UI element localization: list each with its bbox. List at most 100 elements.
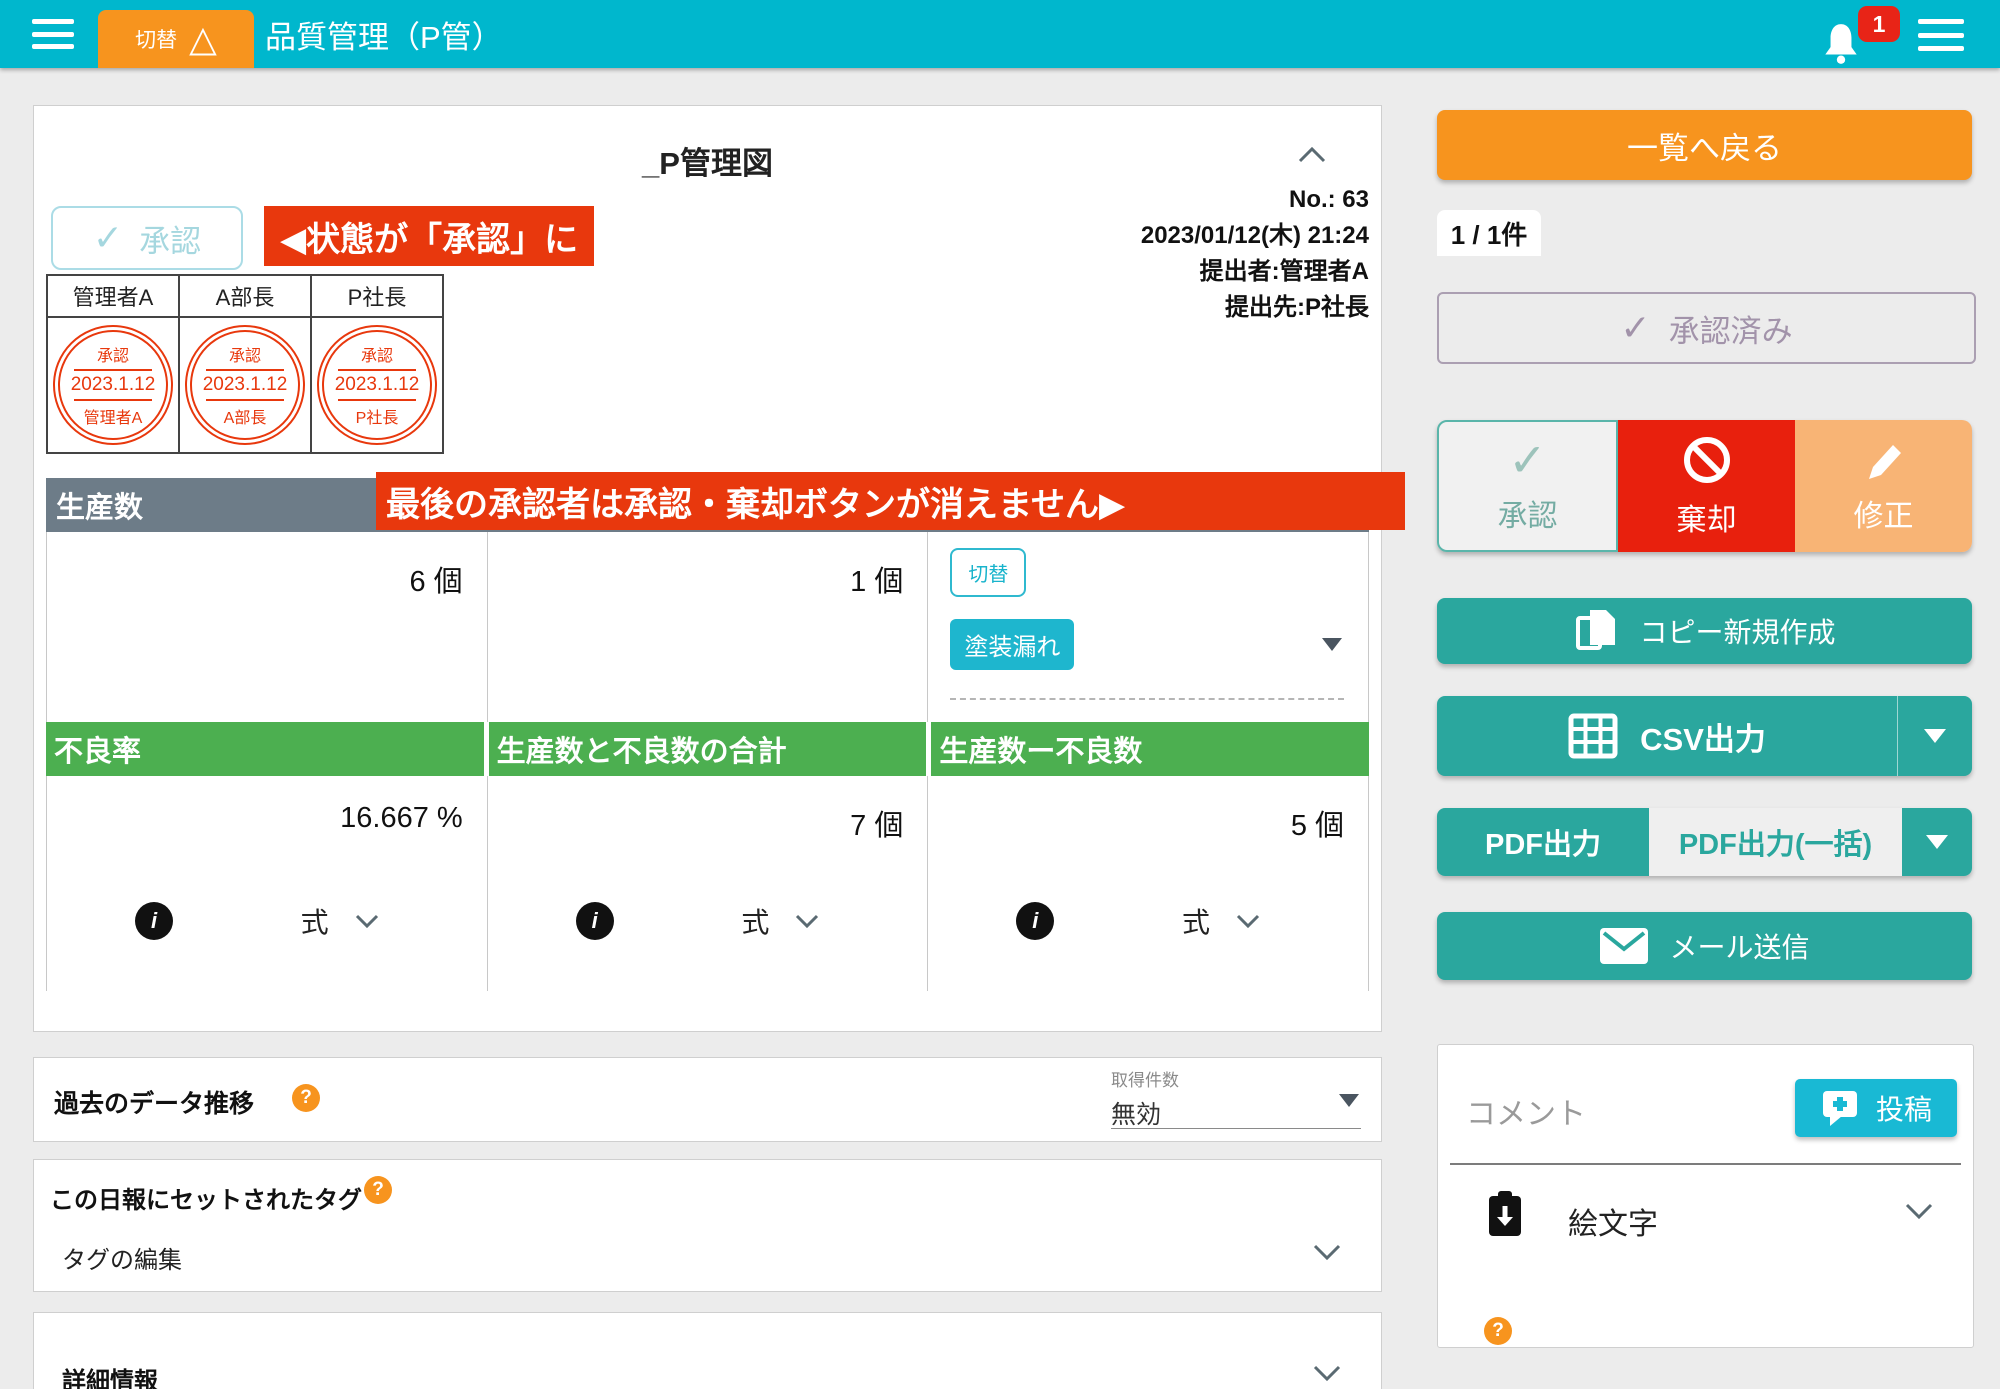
edit-button[interactable]: 修正 bbox=[1795, 420, 1972, 552]
help-icon[interactable]: ? bbox=[292, 1084, 320, 1112]
csv-export-button[interactable]: CSV出力 bbox=[1437, 696, 1897, 776]
csv-export-split-button: CSV出力 bbox=[1437, 696, 1972, 776]
formula-dropdown[interactable]: 式 bbox=[1182, 901, 1260, 941]
pdf-export-split-button: PDF出力 PDF出力(一括) bbox=[1437, 808, 1972, 876]
stamp-approver: 管理者A bbox=[47, 275, 179, 317]
caret-down-icon bbox=[1926, 835, 1948, 849]
history-panel: 過去のデータ推移 ? 取得件数 無効 bbox=[33, 1057, 1382, 1142]
approved-state-button[interactable]: ✓ 承認 bbox=[51, 206, 243, 270]
table-icon bbox=[1568, 713, 1618, 759]
stamp-row: 承認 2023.1.12 管理者A 承認 2023.1.12 A部長 承認 20… bbox=[47, 317, 443, 453]
fetch-count-select[interactable]: 取得件数 無効 bbox=[1111, 1066, 1361, 1129]
info-icon[interactable]: i bbox=[135, 902, 173, 940]
edit-tags-button[interactable]: タグの編集 bbox=[62, 1240, 182, 1275]
chevron-down-icon[interactable] bbox=[1313, 1365, 1341, 1382]
metric-cell: 7 個 i 式 bbox=[488, 776, 929, 991]
metric-headers-row: 不良率 生産数と不良数の合計 生産数ー不良数 bbox=[46, 722, 1369, 776]
fetch-count-label: 取得件数 bbox=[1111, 1066, 1361, 1091]
metric-values-row: 16.667 % i 式 7 個 i 式 bbox=[46, 776, 1369, 991]
switch-label: 切替 bbox=[135, 24, 177, 54]
back-to-list-button[interactable]: 一覧へ戻る bbox=[1437, 110, 1972, 180]
check-icon: ✓ bbox=[1620, 307, 1650, 349]
post-comment-button[interactable]: 投稿 bbox=[1795, 1079, 1957, 1137]
approval-stamp: 承認 2023.1.12 管理者A bbox=[53, 325, 173, 445]
report-card: _P管理図 ✓ 承認 ◀状態が「承認」に No.: 63 2023/01/12(… bbox=[33, 105, 1382, 1032]
defect-type-chip[interactable]: 塗装漏れ bbox=[950, 619, 1074, 670]
emoji-accordion[interactable]: 絵文字 bbox=[1438, 1185, 1973, 1245]
send-mail-label: メール送信 bbox=[1669, 926, 1809, 966]
pdf-batch-export-button[interactable]: PDF出力(一括) bbox=[1649, 808, 1902, 876]
comment-panel: コメント 投稿 絵文字 ? bbox=[1437, 1044, 1974, 1348]
reject-button[interactable]: 棄却 bbox=[1618, 420, 1795, 552]
formula-dropdown[interactable]: 式 bbox=[301, 901, 379, 941]
approval-stamps-table: 管理者A A部長 P社長 承認 2023.1.12 管理者A 承認 2023.1… bbox=[46, 274, 444, 454]
pagination-count: 1 / 1件 bbox=[1437, 210, 1541, 256]
comment-divider bbox=[1450, 1163, 1961, 1165]
defect-type-caret-icon[interactable] bbox=[1322, 638, 1342, 651]
approve-label: 承認 bbox=[1498, 491, 1558, 535]
collapse-chevron-up-icon[interactable] bbox=[1298, 146, 1326, 163]
chevron-down-icon[interactable] bbox=[1313, 1244, 1341, 1261]
chevron-down-icon bbox=[1236, 914, 1260, 928]
production-row: 6 個 1 個 切替 塗装漏れ bbox=[46, 532, 1369, 722]
stamp-status: 承認 bbox=[97, 342, 129, 366]
ban-icon bbox=[1680, 433, 1734, 487]
send-mail-button[interactable]: メール送信 bbox=[1437, 912, 1972, 980]
defect-count-cell: 1 個 bbox=[488, 532, 929, 722]
clipboard-download-icon bbox=[1484, 1189, 1526, 1239]
switch-mode-button[interactable]: 切替 △ bbox=[98, 10, 254, 68]
menu-icon[interactable] bbox=[32, 19, 74, 49]
edit-label: 修正 bbox=[1854, 491, 1914, 535]
metric-value: 5 個 bbox=[928, 776, 1368, 844]
defect-type-cell: 切替 塗装漏れ bbox=[928, 532, 1369, 722]
info-icon[interactable]: i bbox=[1016, 902, 1054, 940]
stamp-status: 承認 bbox=[361, 342, 393, 366]
csv-export-dropdown[interactable] bbox=[1897, 696, 1972, 776]
production-count: 6 個 bbox=[47, 532, 487, 600]
stamp-approver: P社長 bbox=[311, 275, 443, 317]
approve-button[interactable]: ✓ 承認 bbox=[1437, 420, 1618, 552]
pdf-export-dropdown[interactable] bbox=[1902, 808, 1972, 876]
approved-state-label: 承認 bbox=[139, 216, 201, 261]
copy-new-label: コピー新規作成 bbox=[1639, 611, 1835, 651]
emoji-label: 絵文字 bbox=[1568, 1199, 1658, 1243]
reject-label: 棄却 bbox=[1677, 495, 1737, 539]
help-icon[interactable]: ? bbox=[364, 1176, 392, 1204]
details-title: 詳細情報 bbox=[62, 1361, 158, 1389]
defect-switch-button[interactable]: 切替 bbox=[950, 548, 1026, 597]
comment-title: コメント bbox=[1466, 1089, 1586, 1133]
info-icon[interactable]: i bbox=[576, 902, 614, 940]
pdf-export-button[interactable]: PDF出力 bbox=[1437, 808, 1649, 876]
stamp-name: 管理者A bbox=[84, 404, 143, 428]
tags-title: この日報にセットされたタグ bbox=[50, 1180, 362, 1215]
copy-new-button[interactable]: コピー新規作成 bbox=[1437, 598, 1972, 664]
stamp-date: 2023.1.12 bbox=[335, 374, 420, 396]
defect-count: 1 個 bbox=[488, 532, 928, 600]
bell-icon bbox=[1820, 20, 1862, 66]
formula-dropdown[interactable]: 式 bbox=[741, 901, 819, 941]
report-number: No.: 63 bbox=[1141, 182, 1369, 218]
overflow-menu-icon[interactable] bbox=[1918, 19, 1964, 51]
caret-down-icon bbox=[1924, 729, 1946, 743]
app-root: 切替 △ 品質管理（P管） 1 _P管理図 ✓ 承認 ◀状態が「承認」に No.… bbox=[0, 0, 2000, 1389]
metric-cell: 5 個 i 式 bbox=[928, 776, 1369, 991]
formula-label: 式 bbox=[1182, 901, 1210, 941]
csv-export-label: CSV出力 bbox=[1640, 714, 1766, 759]
copy-icon bbox=[1573, 607, 1619, 655]
approved-status-button[interactable]: ✓ 承認済み bbox=[1437, 292, 1976, 364]
triangle-icon: △ bbox=[189, 21, 217, 57]
chevron-down-icon[interactable] bbox=[1905, 1203, 1933, 1220]
formula-label: 式 bbox=[741, 901, 769, 941]
top-bar: 切替 △ 品質管理（P管） 1 bbox=[0, 0, 2000, 68]
approval-stamp: 承認 2023.1.12 A部長 bbox=[185, 325, 305, 445]
select-caret-icon bbox=[1339, 1094, 1359, 1107]
fetch-count-value: 無効 bbox=[1111, 1095, 1361, 1131]
metric-value: 16.667 % bbox=[47, 776, 487, 835]
stamp-date: 2023.1.12 bbox=[71, 374, 156, 396]
check-icon: ✓ bbox=[93, 217, 123, 259]
page-title: 品質管理（P管） bbox=[265, 0, 503, 68]
help-icon[interactable]: ? bbox=[1484, 1317, 1512, 1345]
chevron-down-icon bbox=[795, 914, 819, 928]
buttons-annotation: 最後の承認者は承認・棄却ボタンが消えません▶ bbox=[376, 472, 1405, 530]
notification-bell[interactable]: 1 bbox=[1820, 8, 1900, 64]
